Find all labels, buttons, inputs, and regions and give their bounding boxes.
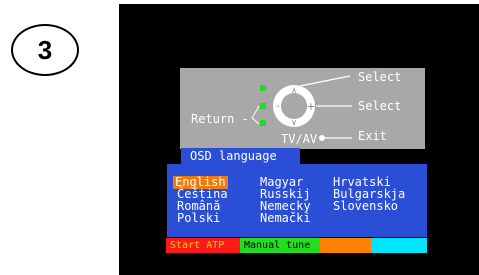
select-up-label: Select (358, 70, 402, 84)
step-number: 3 (37, 34, 53, 65)
red-key-start-atp[interactable]: Start ATP (166, 238, 240, 253)
cyan-key[interactable] (371, 238, 427, 253)
orange-key[interactable] (320, 238, 371, 253)
green-led-icon (260, 85, 266, 91)
step-indicator: 3 (11, 24, 79, 76)
language-option-polski[interactable]: Polski (177, 212, 220, 225)
tvav-label: TV/AV (281, 132, 318, 146)
language-list-panel: English Čeština Română Polski Magyar Rus… (167, 164, 427, 237)
exit-label: Exit (358, 129, 387, 143)
language-option-slovensko[interactable]: Slovensko (333, 200, 398, 213)
leader-line (251, 117, 260, 125)
green-led-icon (260, 103, 266, 109)
green-key-manual-tune[interactable]: Manual tune (240, 238, 320, 253)
dpad-up-icon: ∧ (291, 86, 297, 95)
leader-line (299, 75, 351, 87)
select-right-label: Select (358, 99, 402, 113)
return-label: Return - (191, 112, 249, 126)
remote-hint-panel: ∧ ∨ - + Select Select Return - TV/AV Exi… (180, 68, 425, 149)
dpad-plus-icon: + (306, 100, 315, 113)
green-led-icon (260, 120, 266, 126)
menu-title: OSD language (181, 148, 300, 165)
leader-line (251, 105, 260, 119)
exit-dot-icon (319, 135, 325, 141)
dpad-minus-icon: - (276, 101, 280, 112)
language-option-nemacki[interactable]: Nemački (260, 212, 311, 225)
dpad-down-icon: ∨ (291, 118, 297, 127)
dpad-center (281, 93, 307, 119)
